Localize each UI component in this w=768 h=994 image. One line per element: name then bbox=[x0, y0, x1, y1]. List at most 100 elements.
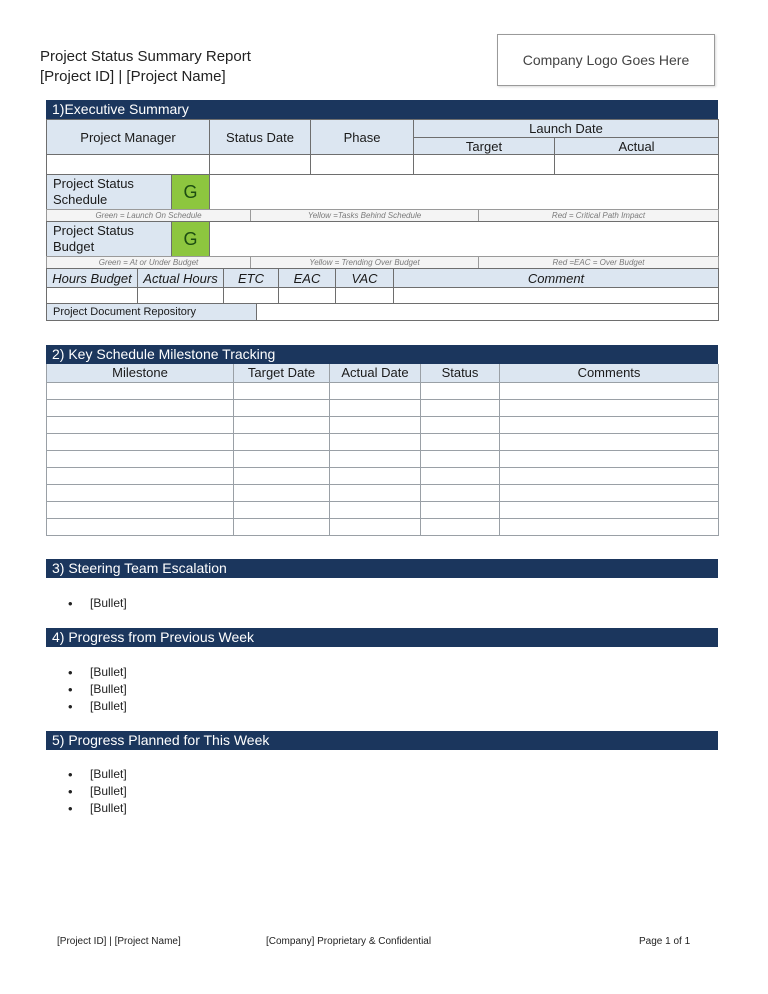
milestone-cell[interactable] bbox=[46, 398, 234, 417]
bullet-item: [Bullet] bbox=[68, 681, 127, 698]
budget-legend-green: Green = At or Under Budget bbox=[46, 256, 251, 269]
comments-cell[interactable] bbox=[499, 398, 719, 417]
target-date-cell[interactable] bbox=[233, 466, 330, 485]
section-header-steering-escalation: 3) Steering Team Escalation bbox=[46, 559, 718, 578]
schedule-legend-green: Green = Launch On Schedule bbox=[46, 209, 251, 222]
header-actual: Actual bbox=[553, 137, 720, 155]
header-launch-date: Launch Date bbox=[412, 119, 720, 138]
comments-cell[interactable] bbox=[499, 483, 719, 502]
section-header-milestone-tracking: 2) Key Schedule Milestone Tracking bbox=[46, 345, 718, 364]
launch-target-field[interactable] bbox=[413, 154, 555, 175]
budget-status-comment[interactable] bbox=[209, 221, 719, 257]
phase-field[interactable] bbox=[310, 154, 414, 175]
budget-status-label: Project Status Budget bbox=[46, 221, 172, 257]
bullet-item: [Bullet] bbox=[68, 766, 127, 783]
milestone-row bbox=[46, 517, 719, 536]
milestone-row bbox=[46, 381, 719, 400]
this-week-bullet-list: [Bullet][Bullet][Bullet] bbox=[68, 766, 127, 817]
status-cell[interactable] bbox=[420, 517, 500, 536]
status-cell[interactable] bbox=[420, 449, 500, 468]
status-cell[interactable] bbox=[420, 483, 500, 502]
actual-date-cell[interactable] bbox=[329, 500, 421, 519]
report-title-block: Project Status Summary Report [Project I… bbox=[40, 47, 251, 87]
status-cell[interactable] bbox=[420, 432, 500, 451]
comment-field[interactable] bbox=[393, 287, 719, 304]
comments-cell[interactable] bbox=[499, 466, 719, 485]
bullet-item: [Bullet] bbox=[68, 698, 127, 715]
milestone-cell[interactable] bbox=[46, 449, 234, 468]
footer-page-number: Page 1 of 1 bbox=[639, 936, 691, 947]
target-date-cell[interactable] bbox=[233, 381, 330, 400]
milestone-row bbox=[46, 500, 719, 519]
header-comment: Comment bbox=[393, 268, 719, 288]
milestone-cell[interactable] bbox=[46, 415, 234, 434]
status-cell[interactable] bbox=[420, 466, 500, 485]
bullet-item: [Bullet] bbox=[68, 595, 127, 612]
actual-date-cell[interactable] bbox=[329, 415, 421, 434]
header-status-date: Status Date bbox=[209, 119, 311, 155]
target-date-cell[interactable] bbox=[233, 483, 330, 502]
milestone-row bbox=[46, 483, 719, 502]
budget-status-indicator[interactable]: G bbox=[171, 221, 210, 257]
etc-field[interactable] bbox=[223, 287, 279, 304]
budget-legend-yellow: Yellow = Trending Over Budget bbox=[250, 256, 479, 269]
repository-label: Project Document Repository bbox=[46, 303, 257, 321]
actual-date-cell[interactable] bbox=[329, 517, 421, 536]
bullet-item: [Bullet] bbox=[68, 783, 127, 800]
milestone-cell[interactable] bbox=[46, 381, 234, 400]
header-project-manager: Project Manager bbox=[46, 119, 210, 155]
milestone-row bbox=[46, 398, 719, 417]
target-date-cell[interactable] bbox=[233, 449, 330, 468]
header-etc: ETC bbox=[223, 268, 279, 288]
header-comments: Comments bbox=[499, 364, 719, 383]
target-date-cell[interactable] bbox=[233, 517, 330, 536]
actual-date-cell[interactable] bbox=[329, 398, 421, 417]
header-hours-budget: Hours Budget bbox=[46, 268, 138, 288]
eac-field[interactable] bbox=[278, 287, 336, 304]
status-date-field[interactable] bbox=[209, 154, 311, 175]
section-header-previous-week: 4) Progress from Previous Week bbox=[46, 628, 718, 647]
bullet-item: [Bullet] bbox=[68, 800, 127, 817]
bullet-item: [Bullet] bbox=[68, 664, 127, 681]
header-eac: EAC bbox=[278, 268, 336, 288]
actual-date-cell[interactable] bbox=[329, 449, 421, 468]
milestone-cell[interactable] bbox=[46, 500, 234, 519]
actual-date-cell[interactable] bbox=[329, 466, 421, 485]
status-cell[interactable] bbox=[420, 500, 500, 519]
status-cell[interactable] bbox=[420, 381, 500, 400]
schedule-status-table: Project Status Schedule G bbox=[46, 174, 719, 210]
actual-hours-field[interactable] bbox=[137, 287, 224, 304]
vac-field[interactable] bbox=[335, 287, 394, 304]
target-date-cell[interactable] bbox=[233, 500, 330, 519]
executive-summary-table: Project Manager Status Date Phase Launch… bbox=[46, 119, 720, 175]
schedule-status-indicator[interactable]: G bbox=[171, 174, 210, 210]
milestone-cell[interactable] bbox=[46, 483, 234, 502]
project-manager-field[interactable] bbox=[46, 154, 210, 175]
section-header-this-week: 5) Progress Planned for This Week bbox=[46, 731, 718, 750]
budget-status-table: Project Status Budget G bbox=[46, 221, 719, 257]
hours-budget-field[interactable] bbox=[46, 287, 138, 304]
milestone-cell[interactable] bbox=[46, 517, 234, 536]
comments-cell[interactable] bbox=[499, 415, 719, 434]
comments-cell[interactable] bbox=[499, 449, 719, 468]
actual-date-cell[interactable] bbox=[329, 432, 421, 451]
target-date-cell[interactable] bbox=[233, 432, 330, 451]
target-date-cell[interactable] bbox=[233, 415, 330, 434]
comments-cell[interactable] bbox=[499, 500, 719, 519]
comments-cell[interactable] bbox=[499, 517, 719, 536]
target-date-cell[interactable] bbox=[233, 398, 330, 417]
status-cell[interactable] bbox=[420, 415, 500, 434]
actual-date-cell[interactable] bbox=[329, 381, 421, 400]
hours-table: Hours Budget Actual Hours ETC EAC VAC Co… bbox=[46, 268, 719, 304]
actual-date-cell[interactable] bbox=[329, 483, 421, 502]
comments-cell[interactable] bbox=[499, 432, 719, 451]
repository-field[interactable] bbox=[256, 303, 719, 321]
milestone-row bbox=[46, 415, 719, 434]
milestone-cell[interactable] bbox=[46, 466, 234, 485]
budget-legend-red: Red =EAC = Over Budget bbox=[478, 256, 719, 269]
comments-cell[interactable] bbox=[499, 381, 719, 400]
milestone-cell[interactable] bbox=[46, 432, 234, 451]
launch-actual-field[interactable] bbox=[553, 154, 720, 175]
schedule-status-comment[interactable] bbox=[209, 174, 719, 210]
status-cell[interactable] bbox=[420, 398, 500, 417]
